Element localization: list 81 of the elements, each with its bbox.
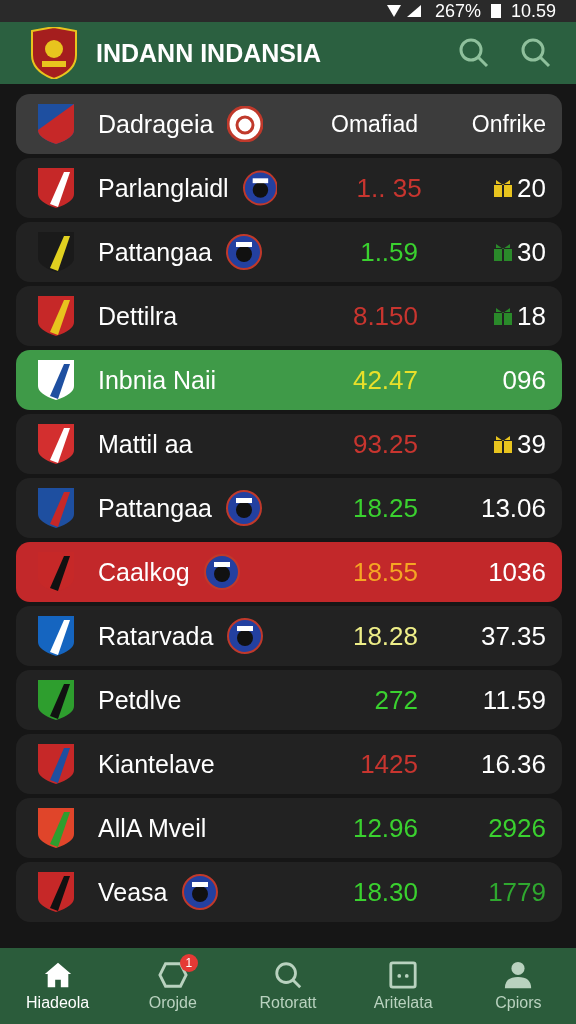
team-name: AllA Mveil <box>98 813 207 843</box>
count-value: 1036 <box>488 556 546 588</box>
team-row[interactable]: Inbnia Naii 42.47 096 <box>16 350 562 410</box>
team-row[interactable]: AllA Mveil 12.96 2926 <box>16 798 562 858</box>
shield-icon <box>38 744 74 784</box>
team-name: Dettilra <box>98 301 178 331</box>
nav-tab[interactable]: Aritelata <box>345 948 461 1024</box>
count-value: 39 <box>517 428 546 460</box>
count-value: 11.59 <box>482 684 546 716</box>
user-icon <box>503 960 534 990</box>
team-name: Pattangaa <box>98 493 212 523</box>
score-value: 1.. 35 <box>355 172 422 204</box>
count-value: 37.35 <box>480 620 546 652</box>
count-value: 2926 <box>488 812 546 844</box>
search-icon[interactable] <box>520 37 552 69</box>
score-value: 1425 <box>359 748 418 780</box>
team-name: Kiantelave <box>98 749 215 779</box>
shield-icon <box>38 680 74 720</box>
score-value: 18.25 <box>351 492 418 524</box>
team-row[interactable]: Parlanglaidl 1.. 35 20 <box>16 158 562 218</box>
search-icon[interactable] <box>458 37 490 69</box>
score-value: 42.47 <box>351 364 418 396</box>
shield-icon <box>38 168 74 208</box>
count-value: 1779 <box>488 876 546 908</box>
team-row[interactable]: Dettilra 8.150 18 <box>16 286 562 346</box>
team-name: Petdlve <box>98 685 182 715</box>
score-value: 18.55 <box>351 556 418 588</box>
count-value: 13.06 <box>480 492 546 524</box>
shield-icon <box>38 296 74 336</box>
team-name: Inbnia Naii <box>98 365 217 395</box>
team-row[interactable]: Pattangaa 18.25 13.06 <box>16 478 562 538</box>
team-row[interactable]: Kiantelave 1425 16.36 <box>16 734 562 794</box>
search-icon <box>273 960 303 990</box>
shield-icon <box>38 616 74 656</box>
score-value: 18.28 <box>351 620 418 652</box>
column-header: Onfrike <box>470 110 546 138</box>
count-value: 16.36 <box>480 748 546 780</box>
team-name: Caalkog <box>98 557 190 587</box>
shield-icon <box>38 872 74 912</box>
team-row[interactable]: Petdlve 272 11.59 <box>16 670 562 730</box>
score-value: 93.25 <box>351 428 418 460</box>
count-value: 20 <box>517 172 546 204</box>
team-name: Parlanglaidl <box>98 173 229 203</box>
team-row[interactable]: Mattil aa 93.25 39 <box>16 414 562 474</box>
team-name: Pattangaa <box>98 237 212 267</box>
shield-icon <box>38 360 74 400</box>
column-header: Omafiad <box>330 110 418 138</box>
team-name: Ratarvada <box>98 621 214 651</box>
nav-tab[interactable]: Rotoratt <box>230 948 346 1024</box>
clock: 10.59 <box>510 0 556 22</box>
team-name: Dadrageia <box>98 109 214 139</box>
shield-icon <box>38 424 74 464</box>
shield-icon <box>38 488 74 528</box>
count-value: 096 <box>502 364 546 396</box>
shield-icon <box>38 104 74 144</box>
score-value: 8.150 <box>351 300 418 332</box>
team-name: Mattil aa <box>98 429 193 459</box>
battery-percent: 267% <box>434 0 481 22</box>
notification-badge: 1 <box>179 954 198 972</box>
team-row[interactable]: Pattangaa 1..59 30 <box>16 222 562 282</box>
nav-tab[interactable]: 1 Orojde <box>115 948 231 1024</box>
score-value: 18.30 <box>351 876 418 908</box>
crest-logo-icon <box>30 27 78 79</box>
hexagon-icon <box>157 960 188 990</box>
team-row[interactable]: Veasa 18.30 1779 <box>16 862 562 922</box>
score-value: 12.96 <box>351 812 418 844</box>
shield-icon <box>38 808 74 848</box>
square-icon <box>388 960 419 990</box>
team-row[interactable]: Caalkog 18.55 1036 <box>16 542 562 602</box>
nav-tab[interactable]: Hiadeola <box>0 948 116 1024</box>
count-value: 18 <box>517 300 546 332</box>
count-value: 30 <box>517 236 546 268</box>
battery-icon <box>490 4 501 18</box>
score-value: 1..59 <box>359 236 418 268</box>
shield-icon <box>38 232 74 272</box>
team-name: Veasa <box>98 877 168 907</box>
team-row[interactable]: Ratarvada 18.28 37.35 <box>16 606 562 666</box>
score-value: 272 <box>373 684 418 716</box>
nav-tab[interactable]: Cpiors <box>460 948 576 1024</box>
round-emblem-icon <box>227 106 264 142</box>
app-title: INDANN INDANSIA <box>96 38 321 68</box>
